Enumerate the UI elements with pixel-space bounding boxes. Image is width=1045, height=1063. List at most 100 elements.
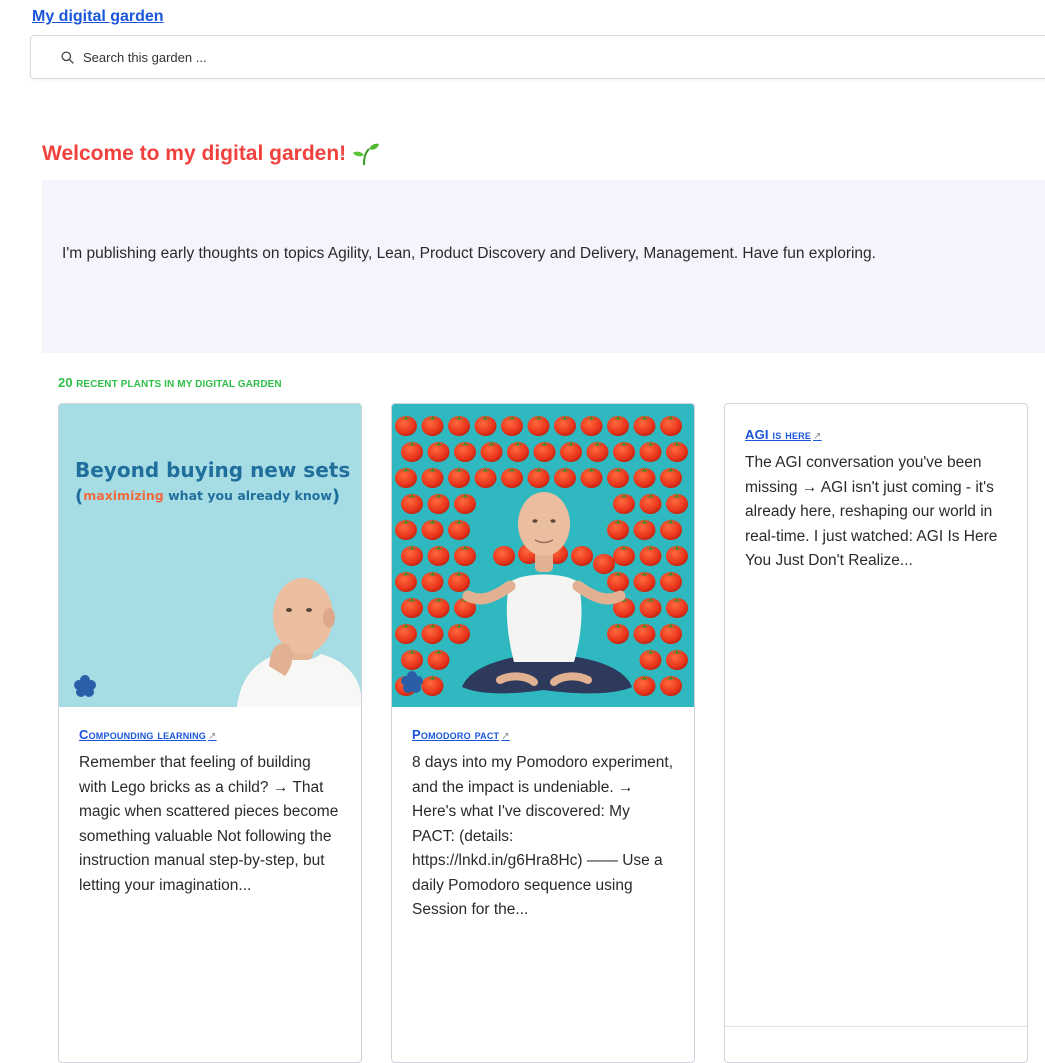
tomato-icon <box>427 597 450 618</box>
portrait-illustration <box>74 578 361 707</box>
tomato-icon <box>480 441 503 462</box>
tomato-icon <box>427 649 450 670</box>
tomato-icon <box>613 545 635 566</box>
tomato-icon <box>613 441 635 462</box>
tomato-icon <box>560 441 582 462</box>
recent-count: 20 <box>58 375 73 390</box>
tomato-icon <box>639 597 662 618</box>
card-image-compounding-learning[interactable]: Beyond buying new sets (maximizing what … <box>59 404 361 707</box>
tomato-icon <box>395 415 417 436</box>
tomato-icon <box>639 545 662 566</box>
tomato-icon <box>571 546 593 566</box>
tomato-icon <box>401 493 423 514</box>
tomato-icon <box>533 441 556 462</box>
tomato-icon <box>580 415 603 436</box>
tomato-icon <box>501 415 523 436</box>
tomato-icon <box>633 571 656 592</box>
search-icon <box>61 50 74 64</box>
tomato-icon <box>401 597 423 618</box>
tomato-icon <box>660 467 682 488</box>
tomato-icon <box>474 467 497 488</box>
recent-plants-label: 20 RECENT PLANTS IN MY DIGITAL GARDEN <box>58 375 282 390</box>
tomato-icon <box>448 415 470 436</box>
tomato-icon <box>593 554 615 574</box>
tomato-icon <box>421 519 444 540</box>
tomato-icon <box>448 467 470 488</box>
tomato-icon <box>421 623 444 644</box>
tomato-icon <box>395 519 417 540</box>
tomato-icon <box>660 519 682 540</box>
tomato-icon <box>607 571 629 592</box>
card-excerpt: The AGI conversation you've been missing… <box>745 454 998 569</box>
tomato-icon <box>639 649 662 670</box>
card-excerpt: Remember that feeling of building with L… <box>79 754 339 894</box>
welcome-heading: Welcome to my digital garden! <box>42 142 380 166</box>
tomato-icon <box>421 415 444 436</box>
tomato-icon <box>448 519 470 540</box>
tomato-icon <box>554 467 576 488</box>
intro-box: I'm publishing early thoughts on topics … <box>42 180 1045 353</box>
card-footer-divider <box>725 1026 1027 1027</box>
search-bar[interactable] <box>30 35 1045 79</box>
tomato-icon <box>501 467 523 488</box>
tomato-icon <box>421 571 444 592</box>
tomato-icon <box>607 415 629 436</box>
recent-label-text: RECENT PLANTS IN MY DIGITAL GARDEN <box>76 379 282 390</box>
tomato-icon <box>633 467 656 488</box>
tomato-icon <box>448 623 470 644</box>
tomato-icon <box>633 519 656 540</box>
tomato-icon <box>607 519 629 540</box>
tomato-icon <box>633 675 656 696</box>
intro-text: I'm publishing early thoughts on topics … <box>62 245 876 262</box>
tomato-icon <box>427 441 450 462</box>
tomato-icon <box>527 467 550 488</box>
card-title-link[interactable]: AGI is here ↗ <box>745 427 822 442</box>
external-link-icon: ↗ <box>208 731 217 742</box>
card-excerpt: 8 days into my Pomodoro experiment, and … <box>412 754 674 918</box>
plant-card-compounding-learning[interactable]: Beyond buying new sets (maximizing what … <box>58 403 362 1063</box>
site-title-link[interactable]: My digital garden <box>32 8 164 26</box>
tomato-icon <box>660 415 682 436</box>
tomato-icon <box>401 441 423 462</box>
search-input[interactable] <box>83 49 483 65</box>
tomato-icon <box>666 493 688 514</box>
tomato-icon <box>401 545 423 566</box>
tomato-icon <box>395 571 417 592</box>
tomato-icon <box>493 546 515 566</box>
tomato-icon <box>666 545 688 566</box>
plant-card-agi-is-here[interactable]: AGI is here ↗ The AGI conversation you've… <box>724 403 1028 1063</box>
tomato-icon <box>454 441 476 462</box>
tomato-icon <box>421 675 444 696</box>
tomato-icon <box>607 467 629 488</box>
tomato-icon <box>427 493 450 514</box>
card-title-link[interactable]: Pomodoro pact ↗ <box>412 727 510 742</box>
tomato-icon <box>666 597 688 618</box>
tomato-icon <box>580 467 603 488</box>
tomato-icon <box>633 415 656 436</box>
tomato-icon <box>554 415 576 436</box>
card-image-pomodoro-pact[interactable] <box>392 404 694 707</box>
external-link-icon: ↗ <box>501 731 510 742</box>
plant-card-pomodoro-pact[interactable]: Pomodoro pact ↗ 8 days into my Pomodoro e… <box>391 403 695 1063</box>
tomato-icon <box>401 649 423 670</box>
tomato-icon <box>454 493 476 514</box>
tomato-icon <box>666 649 688 670</box>
external-link-icon: ↗ <box>813 431 822 442</box>
card-title-link[interactable]: Compounding learning ↗ <box>79 727 217 742</box>
tomato-icon <box>660 623 682 644</box>
tomato-icon <box>448 571 470 592</box>
tomato-icon <box>639 441 662 462</box>
tomato-icon <box>507 441 529 462</box>
tomato-icon <box>421 467 444 488</box>
tomato-icon <box>607 623 629 644</box>
tomato-icon <box>613 493 635 514</box>
tomato-icon <box>527 415 550 436</box>
tomato-icon <box>395 467 417 488</box>
tomato-icon <box>660 675 682 696</box>
tomato-icon <box>639 493 662 514</box>
tomato-icon <box>660 571 682 592</box>
sprout-icon <box>353 143 380 166</box>
tomato-icon <box>454 545 476 566</box>
tomato-icon <box>395 623 417 644</box>
tomato-icon <box>474 415 497 436</box>
